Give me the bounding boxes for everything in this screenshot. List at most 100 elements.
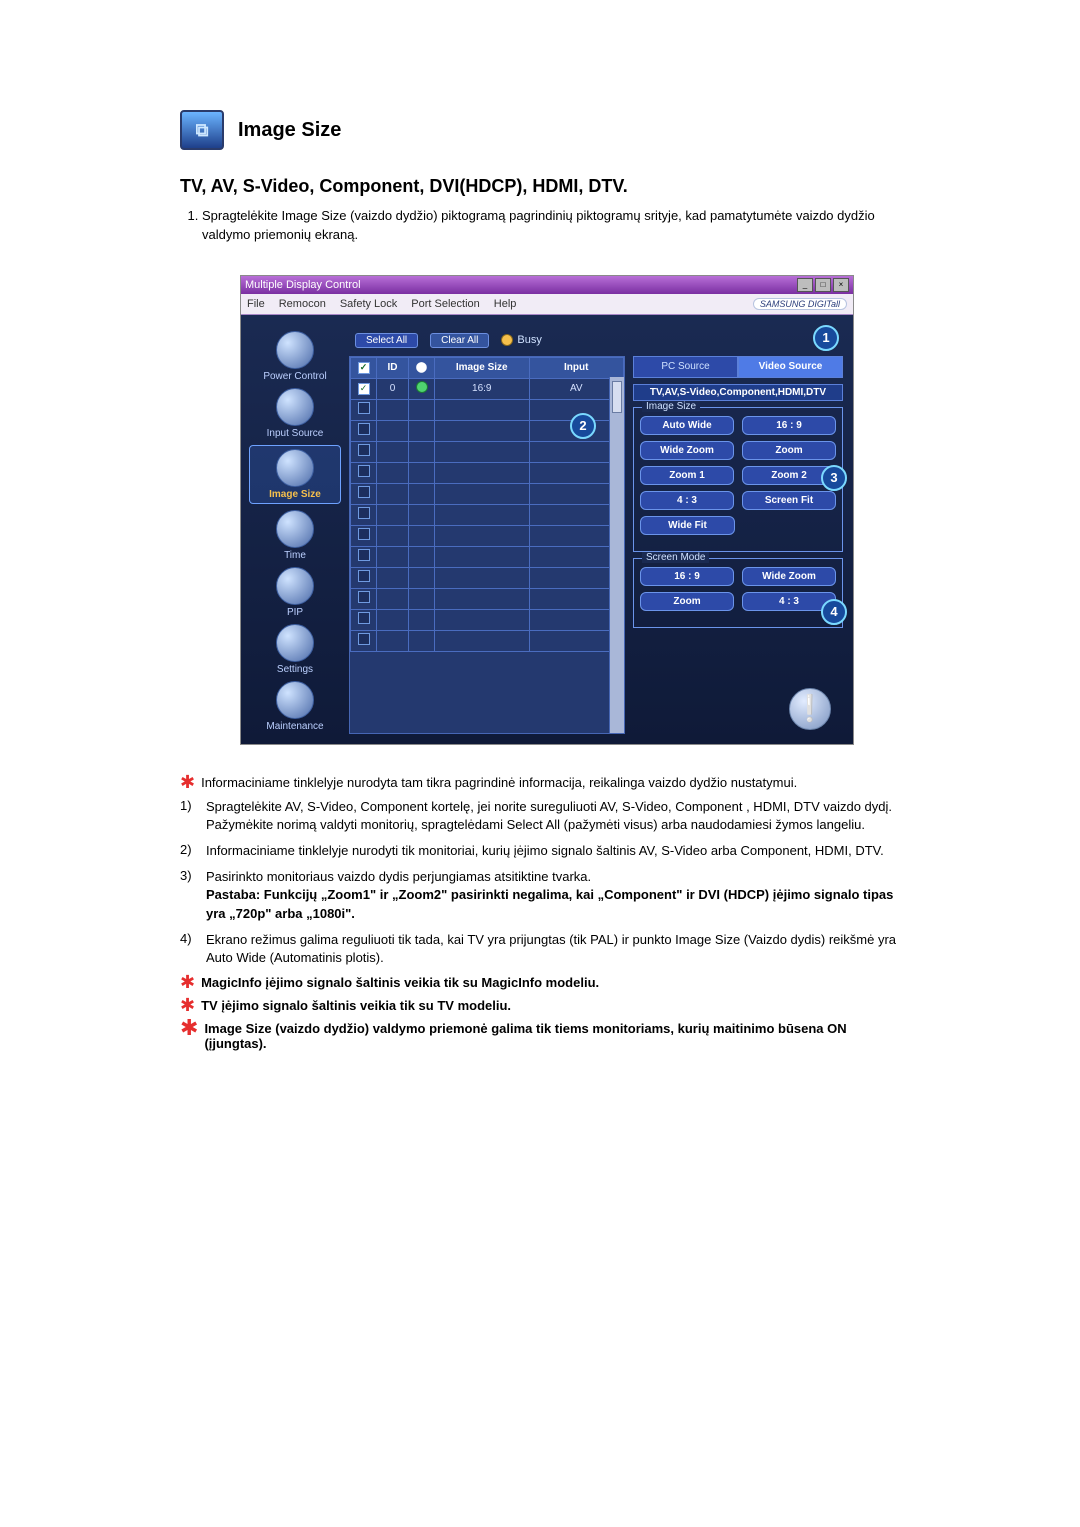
intro-step-1: Spragtelėkite Image Size (vaizdo dydžio)… [202,207,900,245]
callout-3: 3 [821,465,847,491]
right-panel: PC Source Video Source TV,AV,S-Video,Com… [633,356,843,734]
sidebar: Power Control Input Source Image Size Ti… [245,331,345,734]
btn-zoom1[interactable]: Zoom 1 [640,466,734,485]
note-star-2: MagicInfo įėjimo signalo šaltinis veikia… [201,975,599,990]
group-image-size: Image Size Auto Wide 16 : 9 Wide Zoom Zo… [633,407,843,552]
table-row[interactable] [351,441,624,462]
num-3: 3) [180,868,198,923]
sidebar-item-input-source[interactable]: Input Source [250,388,340,439]
btn-wide-fit[interactable]: Wide Fit [640,516,735,535]
close-button[interactable]: × [833,278,849,292]
row-checkbox[interactable] [358,633,370,645]
note-star-1: Informaciniame tinklelyje nurodyta tam t… [201,775,797,790]
group-label-image-size: Image Size [642,401,700,412]
row-checkbox[interactable] [358,570,370,582]
pip-icon [276,567,314,605]
row-checkbox[interactable] [358,507,370,519]
busy-indicator: Busy [501,334,541,346]
row-checkbox[interactable] [358,465,370,477]
settings-icon [276,624,314,662]
sidebar-item-image-size[interactable]: Image Size [249,445,341,504]
btn-screen-fit[interactable]: Screen Fit [742,491,836,510]
mdc-window: Multiple Display Control _ □ × File Remo… [240,275,854,745]
tab-video-source[interactable]: Video Source [738,356,843,378]
col-input: Input [529,357,624,378]
col-check[interactable] [351,357,377,378]
num-2: 2) [180,842,198,860]
video-source-header: TV,AV,S-Video,Component,HDMI,DTV [633,384,843,401]
header-checkbox[interactable] [358,362,370,374]
time-icon [276,510,314,548]
menu-port-selection[interactable]: Port Selection [411,298,479,310]
btn-16-9[interactable]: 16 : 9 [742,416,836,435]
col-id: ID [377,357,409,378]
table-row[interactable] [351,609,624,630]
btn-wide-zoom[interactable]: Wide Zoom [640,441,734,460]
tab-pc-source[interactable]: PC Source [633,356,738,378]
star-icon: ✱ [180,998,195,1013]
sidebar-item-time[interactable]: Time [250,510,340,561]
menubar: File Remocon Safety Lock Port Selection … [241,294,853,315]
btn-sm-16-9[interactable]: 16 : 9 [640,567,734,586]
menu-safety-lock[interactable]: Safety Lock [340,298,397,310]
table-row[interactable] [351,546,624,567]
table-row[interactable] [351,630,624,651]
sidebar-item-maintenance[interactable]: Maintenance [250,681,340,732]
btn-auto-wide[interactable]: Auto Wide [640,416,734,435]
row-checkbox[interactable] [358,612,370,624]
table-row[interactable] [351,525,624,546]
row-checkbox[interactable] [358,528,370,540]
col-image-size: Image Size [435,357,530,378]
star-icon: ✱ [180,975,195,990]
row-checkbox[interactable] [358,423,370,435]
busy-dot-icon [501,334,513,346]
group-label-screen-mode: Screen Mode [642,552,709,563]
maximize-button[interactable]: □ [815,278,831,292]
clear-all-button[interactable]: Clear All [430,333,489,348]
row-checkbox[interactable] [358,549,370,561]
btn-sm-wide-zoom[interactable]: Wide Zoom [742,567,836,586]
maintenance-icon [276,681,314,719]
table-row[interactable] [351,462,624,483]
select-all-button[interactable]: Select All [355,333,418,348]
menu-remocon[interactable]: Remocon [279,298,326,310]
menu-help[interactable]: Help [494,298,517,310]
note-4: Ekrano režimus galima reguliuoti tik tad… [206,931,900,967]
callout-1: 1 [813,325,839,351]
sidebar-item-pip[interactable]: PIP [250,567,340,618]
grid-scrollbar[interactable] [609,377,624,733]
table-row[interactable] [351,504,624,525]
info-icon: ❕ [789,688,831,730]
scrollbar-thumb[interactable] [612,381,622,413]
table-row[interactable]: 0 16:9 AV [351,378,624,399]
table-row[interactable] [351,567,624,588]
table-row[interactable] [351,483,624,504]
btn-zoom[interactable]: Zoom [742,441,836,460]
input-icon [276,388,314,426]
window-titlebar: Multiple Display Control _ □ × [241,276,853,294]
minimize-button[interactable]: _ [797,278,813,292]
status-ok-icon [416,381,428,393]
row-checkbox[interactable] [358,383,370,395]
star-icon: ✱ [180,1021,198,1051]
table-row[interactable] [351,588,624,609]
image-size-icon: ⧉ [180,110,224,150]
page-subtitle: TV, AV, S-Video, Component, DVI(HDCP), H… [180,176,900,197]
sidebar-item-power-control[interactable]: Power Control [250,331,340,382]
image-size-nav-icon [276,449,314,487]
sidebar-item-settings[interactable]: Settings [250,624,340,675]
note-3: Pasirinkto monitoriaus vaizdo dydis perj… [206,868,900,923]
menu-file[interactable]: File [247,298,265,310]
callout-2: 2 [570,413,596,439]
note-1: Spragtelėkite AV, S-Video, Component kor… [206,798,900,834]
display-grid: ID ⬤ Image Size Input 0 16:9 AV [349,356,625,734]
row-checkbox[interactable] [358,402,370,414]
row-checkbox[interactable] [358,444,370,456]
btn-4-3[interactable]: 4 : 3 [640,491,734,510]
row-checkbox[interactable] [358,591,370,603]
row-checkbox[interactable] [358,486,370,498]
btn-sm-zoom[interactable]: Zoom [640,592,734,611]
num-1: 1) [180,798,198,834]
callout-4: 4 [821,599,847,625]
window-title: Multiple Display Control [245,279,361,291]
